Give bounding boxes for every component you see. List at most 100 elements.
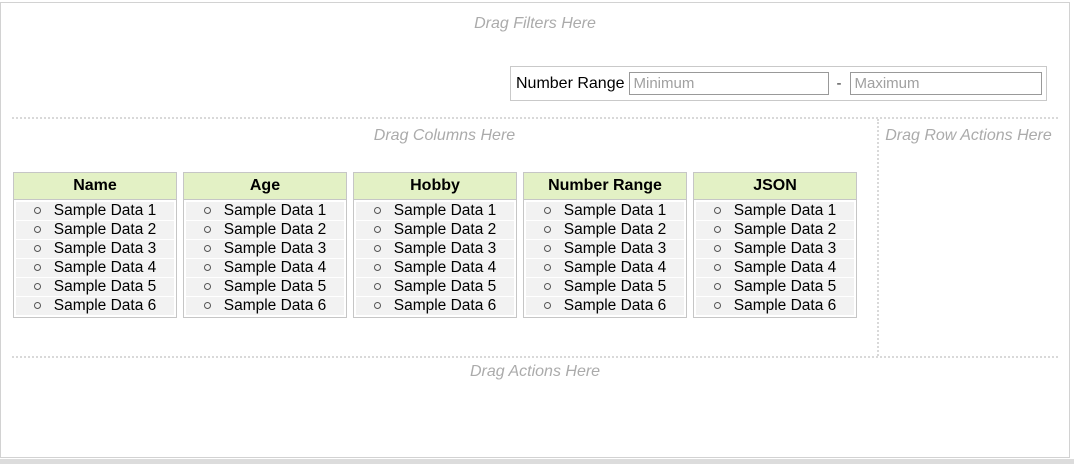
sample-data-label: Sample Data 4 xyxy=(564,259,667,276)
list-item: Sample Data 2 xyxy=(356,221,514,239)
circle-bullet-icon xyxy=(544,283,551,290)
list-item: Sample Data 4 xyxy=(186,259,344,277)
list-item: Sample Data 1 xyxy=(526,202,684,220)
sample-data-label: Sample Data 4 xyxy=(54,259,157,276)
list-item: Sample Data 4 xyxy=(526,259,684,277)
sample-data-label: Sample Data 6 xyxy=(394,297,497,314)
column-header: Number Range xyxy=(524,173,686,200)
list-item: Sample Data 6 xyxy=(526,297,684,315)
list-item: Sample Data 5 xyxy=(16,278,174,296)
list-item: Sample Data 5 xyxy=(356,278,514,296)
list-item: Sample Data 1 xyxy=(16,202,174,220)
actions-dropzone-hint: Drag Actions Here xyxy=(12,363,1058,381)
sample-data-label: Sample Data 1 xyxy=(394,202,497,219)
sample-data-label: Sample Data 4 xyxy=(224,259,327,276)
list-item: Sample Data 3 xyxy=(356,240,514,258)
sample-data-label: Sample Data 6 xyxy=(54,297,157,314)
circle-bullet-icon xyxy=(714,226,721,233)
sample-data-label: Sample Data 2 xyxy=(394,221,497,238)
sample-data-label: Sample Data 2 xyxy=(734,221,837,238)
list-item: Sample Data 3 xyxy=(186,240,344,258)
list-item: Sample Data 1 xyxy=(696,202,854,220)
columns-dropzone-hint: Drag Columns Here xyxy=(12,127,877,145)
circle-bullet-icon xyxy=(204,302,211,309)
sample-data-label: Sample Data 6 xyxy=(564,297,667,314)
maximum-input[interactable] xyxy=(850,72,1042,95)
circle-bullet-icon xyxy=(374,283,381,290)
circle-bullet-icon xyxy=(34,283,41,290)
circle-bullet-icon xyxy=(374,245,381,252)
sample-data-label: Sample Data 4 xyxy=(394,259,497,276)
circle-bullet-icon xyxy=(34,264,41,271)
list-item: Sample Data 1 xyxy=(356,202,514,220)
list-item: Sample Data 2 xyxy=(186,221,344,239)
circle-bullet-icon xyxy=(204,264,211,271)
sample-data-label: Sample Data 3 xyxy=(394,240,497,257)
circle-bullet-icon xyxy=(544,264,551,271)
sample-data-label: Sample Data 2 xyxy=(54,221,157,238)
column-number-range[interactable]: Number Range Sample Data 1 Sample Data 2… xyxy=(523,172,687,318)
row-actions-dropzone-hint: Drag Row Actions Here xyxy=(879,127,1058,145)
filters-dropzone[interactable]: Drag Filters Here Number Range - xyxy=(1,3,1069,114)
sample-data-label: Sample Data 5 xyxy=(224,278,327,295)
columns-dropzone[interactable]: Drag Columns Here Name Sample Data 1 Sam… xyxy=(12,119,877,356)
list-item: Sample Data 6 xyxy=(696,297,854,315)
column-header: Age xyxy=(184,173,346,200)
sample-data-label: Sample Data 3 xyxy=(734,240,837,257)
circle-bullet-icon xyxy=(204,245,211,252)
list-item: Sample Data 6 xyxy=(356,297,514,315)
list-item: Sample Data 4 xyxy=(356,259,514,277)
sample-data-label: Sample Data 5 xyxy=(54,278,157,295)
row-actions-dropzone[interactable]: Drag Row Actions Here xyxy=(877,119,1058,356)
bottom-edge-bar xyxy=(0,459,1074,464)
sample-data-label: Sample Data 2 xyxy=(224,221,327,238)
circle-bullet-icon xyxy=(544,226,551,233)
circle-bullet-icon xyxy=(714,207,721,214)
circle-bullet-icon xyxy=(714,245,721,252)
list-item: Sample Data 2 xyxy=(696,221,854,239)
designer-page: Drag Filters Here Number Range - Drag Co… xyxy=(0,2,1070,458)
range-separator: - xyxy=(837,75,842,92)
list-item: Sample Data 5 xyxy=(186,278,344,296)
column-sample-list: Sample Data 1 Sample Data 2 Sample Data … xyxy=(694,200,856,317)
column-header: Hobby xyxy=(354,173,516,200)
list-item: Sample Data 2 xyxy=(526,221,684,239)
actions-dropzone[interactable]: Drag Actions Here xyxy=(12,360,1058,456)
circle-bullet-icon xyxy=(204,226,211,233)
sample-data-label: Sample Data 3 xyxy=(564,240,667,257)
circle-bullet-icon xyxy=(374,226,381,233)
list-item: Sample Data 3 xyxy=(16,240,174,258)
circle-bullet-icon xyxy=(544,207,551,214)
circle-bullet-icon xyxy=(714,264,721,271)
column-name[interactable]: Name Sample Data 1 Sample Data 2 Sample … xyxy=(13,172,177,318)
column-sample-list: Sample Data 1 Sample Data 2 Sample Data … xyxy=(354,200,516,317)
column-header: JSON xyxy=(694,173,856,200)
sample-data-label: Sample Data 5 xyxy=(734,278,837,295)
number-range-filter-widget[interactable]: Number Range - xyxy=(510,66,1047,101)
sample-data-label: Sample Data 3 xyxy=(54,240,157,257)
column-age[interactable]: Age Sample Data 1 Sample Data 2 Sample D… xyxy=(183,172,347,318)
minimum-input[interactable] xyxy=(629,72,829,95)
column-sample-list: Sample Data 1 Sample Data 2 Sample Data … xyxy=(184,200,346,317)
column-json[interactable]: JSON Sample Data 1 Sample Data 2 Sample … xyxy=(693,172,857,318)
column-header: Name xyxy=(14,173,176,200)
circle-bullet-icon xyxy=(34,207,41,214)
circle-bullet-icon xyxy=(374,207,381,214)
sample-data-label: Sample Data 5 xyxy=(564,278,667,295)
list-item: Sample Data 1 xyxy=(186,202,344,220)
list-item: Sample Data 6 xyxy=(16,297,174,315)
circle-bullet-icon xyxy=(714,302,721,309)
columns-preview: Name Sample Data 1 Sample Data 2 Sample … xyxy=(13,172,863,318)
number-range-filter-label: Number Range xyxy=(516,75,625,93)
list-item: Sample Data 3 xyxy=(526,240,684,258)
sample-data-label: Sample Data 6 xyxy=(224,297,327,314)
circle-bullet-icon xyxy=(544,245,551,252)
circle-bullet-icon xyxy=(34,245,41,252)
circle-bullet-icon xyxy=(34,302,41,309)
column-hobby[interactable]: Hobby Sample Data 1 Sample Data 2 Sample… xyxy=(353,172,517,318)
circle-bullet-icon xyxy=(374,264,381,271)
list-item: Sample Data 5 xyxy=(526,278,684,296)
sample-data-label: Sample Data 3 xyxy=(224,240,327,257)
list-item: Sample Data 6 xyxy=(186,297,344,315)
circle-bullet-icon xyxy=(204,207,211,214)
